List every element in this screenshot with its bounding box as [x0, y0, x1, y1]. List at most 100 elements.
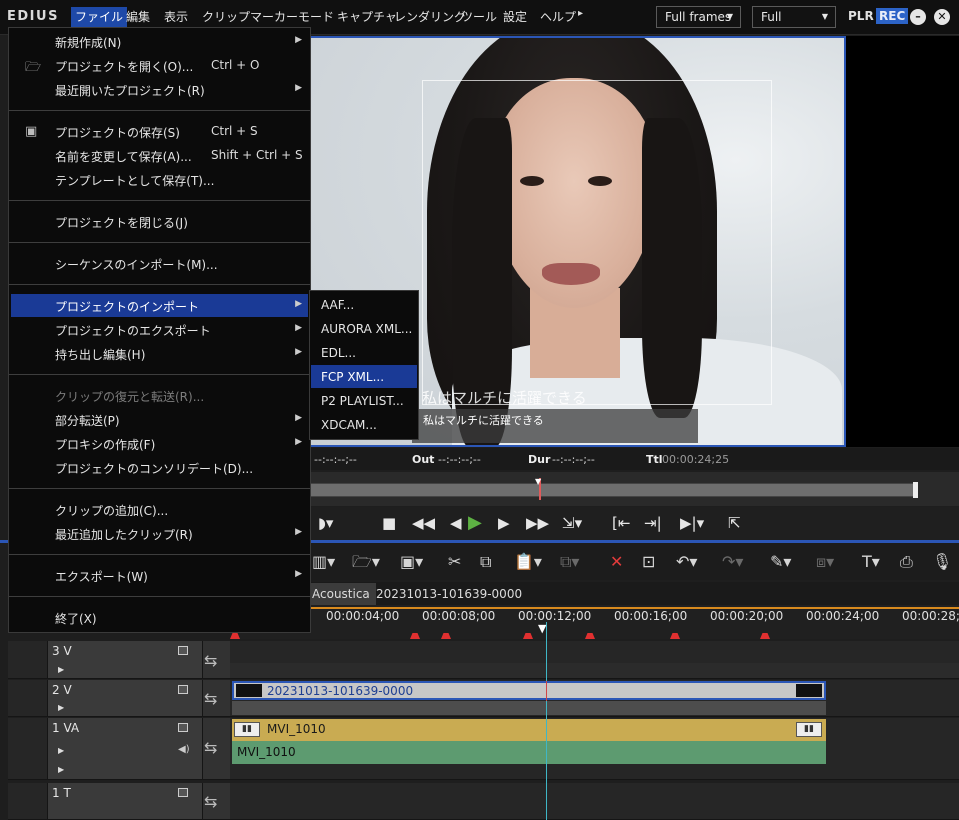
tab-sequence[interactable]: 20231013-101639-0000 — [370, 583, 528, 605]
sync-lock-icon[interactable]: ⇆ — [204, 792, 217, 811]
menu-item-save-as[interactable]: 名前を変更して保存(A)... Shift + Ctrl + S — [11, 144, 308, 167]
overwrite-icon[interactable]: ⇥| — [644, 513, 662, 533]
expand-icon[interactable]: ▶ — [58, 765, 64, 774]
submenu-item-p2-playlist[interactable]: P2 PLAYLIST... — [311, 389, 417, 412]
timeline-playhead[interactable] — [546, 622, 547, 820]
insert-icon[interactable]: [⇤ — [612, 513, 630, 533]
scrub-bar[interactable]: ▼ — [300, 472, 959, 506]
close-icon[interactable]: ✕ — [934, 9, 950, 25]
track-lane-3v[interactable] — [230, 641, 959, 679]
expand-icon[interactable]: ▶ — [58, 746, 64, 755]
expand-icon[interactable]: ▶ — [58, 703, 64, 712]
new-sequence-icon[interactable]: ▥▾ — [312, 552, 335, 572]
paste-attr-icon[interactable]: ⧉▾ — [560, 552, 579, 572]
track-header-2v[interactable]: 2 V ▶ ⇆ — [8, 680, 230, 717]
menu-item-export[interactable]: エクスポート(W) ▶ — [11, 564, 308, 587]
step-back-icon[interactable]: ◀ — [450, 513, 462, 533]
submenu-item-aurora-xml[interactable]: AURORA XML... — [311, 317, 417, 340]
sync-icon[interactable]: ⧈▾ — [816, 552, 834, 572]
scrub-track[interactable] — [310, 483, 918, 497]
clip-marker[interactable] — [670, 633, 680, 639]
menu-item-new[interactable]: 新規作成(N) ▶ — [11, 30, 308, 53]
menu-settings[interactable]: 設定 — [499, 7, 531, 27]
sync-lock-icon[interactable]: ⇆ — [204, 689, 217, 708]
redo-icon[interactable]: ↷▾ — [722, 552, 743, 572]
video-visible-icon[interactable] — [178, 788, 188, 797]
frames-dropdown[interactable]: Full frames ▼ — [656, 6, 741, 28]
menu-edit[interactable]: 編集 — [122, 7, 154, 27]
open-folder-icon[interactable]: 🗁▾ — [352, 552, 380, 572]
clip-marker[interactable] — [760, 633, 770, 639]
sync-lock-icon[interactable]: ⇆ — [204, 651, 217, 670]
clip-marker[interactable] — [441, 633, 451, 639]
marker-pen-icon[interactable]: ✎▾ — [770, 552, 791, 572]
menu-item-consolidate[interactable]: プロジェクトのコンソリデート(D)... — [11, 456, 308, 479]
submenu-item-xdcam[interactable]: XDCAM... — [311, 413, 417, 436]
menu-item-create-proxy[interactable]: プロキシの作成(F) ▶ — [11, 432, 308, 455]
delete-icon[interactable]: ✕ — [610, 552, 623, 572]
menu-mode[interactable]: モード — [294, 7, 338, 27]
menu-item-take-out-edit[interactable]: 持ち出し編集(H) ▶ — [11, 342, 308, 365]
speaker-icon[interactable]: ◀) — [178, 744, 190, 755]
loop-icon[interactable]: ⇲▾ — [562, 513, 582, 533]
plr-toggle[interactable]: PLR — [848, 9, 874, 23]
track-lane-1t[interactable] — [230, 783, 959, 820]
step-forward-icon[interactable]: ▶ — [498, 513, 510, 533]
track-header-1va[interactable]: 1 VA ▶ ▶ ◀) ⇆ — [8, 718, 230, 780]
track-header-3v[interactable]: 3 V ▶ ⇆ — [8, 641, 230, 679]
submenu-item-aaf[interactable]: AAF... — [311, 293, 417, 316]
clip-marker[interactable] — [230, 633, 240, 639]
video-visible-icon[interactable] — [178, 723, 188, 732]
export-frame-icon[interactable]: ▶|▾ — [680, 513, 704, 533]
expand-icon[interactable]: ▶ — [58, 665, 64, 674]
menu-item-import-project[interactable]: プロジェクトのインポート ▶ — [11, 294, 308, 317]
menu-file[interactable]: ファイル — [71, 7, 128, 27]
menu-item-recent-clips[interactable]: 最近追加したクリップ(R) ▶ — [11, 522, 308, 545]
quality-dropdown[interactable]: Full ▼ — [752, 6, 836, 28]
track-header-1t[interactable]: 1 T ⇆ — [8, 783, 230, 820]
menu-item-partial-transfer[interactable]: 部分転送(P) ▶ — [11, 408, 308, 431]
video-visible-icon[interactable] — [178, 646, 188, 655]
clip-1va-audio[interactable]: MVI_1010 — [232, 741, 826, 764]
fast-forward-icon[interactable]: ▶▶ — [526, 513, 549, 533]
minimize-icon[interactable]: – — [910, 9, 926, 25]
menu-item-recent-projects[interactable]: 最近開いたプロジェクト(R) ▶ — [11, 78, 308, 101]
microphone-icon[interactable]: 🎙 — [932, 552, 952, 572]
rec-toggle[interactable]: REC — [876, 8, 909, 24]
title-icon[interactable]: T▾ — [862, 552, 880, 572]
tab-acoustica[interactable]: Acoustica — [306, 583, 376, 605]
mark-out-icon[interactable]: ◗▾ — [318, 513, 333, 533]
menu-more-icon[interactable]: ▸ — [578, 8, 583, 19]
menu-item-open-project[interactable]: 🗁 プロジェクトを開く(O)... Ctrl + O — [11, 54, 308, 77]
ripple-delete-icon[interactable]: ⊡ — [642, 552, 655, 572]
paste-icon[interactable]: 📋▾ — [514, 552, 542, 572]
clip-marker[interactable] — [585, 633, 595, 639]
submenu-item-edl[interactable]: EDL... — [311, 341, 417, 364]
cut-icon[interactable]: ✂ — [448, 552, 461, 572]
timeline-ruler[interactable]: 00:00:04;00 00:00:08;00 00:00:12;00 00:0… — [230, 605, 959, 639]
copy-icon[interactable]: ⧉ — [480, 552, 491, 572]
undo-icon[interactable]: ↶▾ — [676, 552, 697, 572]
clip-marker[interactable] — [410, 633, 420, 639]
menu-item-save-project[interactable]: ▣ プロジェクトの保存(S) Ctrl + S — [11, 120, 308, 143]
menu-item-import-sequence[interactable]: シーケンスのインポート(M)... — [11, 252, 308, 275]
menu-item-save-template[interactable]: テンプレートとして保存(T)... — [11, 168, 308, 191]
export-icon[interactable]: ⇱ — [728, 513, 741, 533]
rewind-icon[interactable]: ◀◀ — [412, 513, 435, 533]
clip-2v[interactable]: 20231013-101639-0000 — [232, 681, 826, 700]
menu-help[interactable]: ヘルプ — [536, 7, 580, 27]
menu-view[interactable]: 表示 — [160, 7, 192, 27]
submenu-item-fcp-xml[interactable]: FCP XML... — [311, 365, 417, 388]
scrub-end-handle[interactable] — [913, 482, 918, 498]
sync-lock-icon[interactable]: ⇆ — [204, 738, 217, 757]
video-visible-icon[interactable] — [178, 685, 188, 694]
play-icon[interactable]: ▶ — [468, 513, 482, 533]
menu-item-add-clip[interactable]: クリップの追加(C)... — [11, 498, 308, 521]
menu-item-close-project[interactable]: プロジェクトを閉じる(J) — [11, 210, 308, 233]
clip-1va-video[interactable]: ▮▮ MVI_1010 ▮▮ — [232, 719, 826, 741]
menu-item-exit[interactable]: 終了(X) — [11, 606, 308, 629]
save-icon[interactable]: ▣▾ — [400, 552, 423, 572]
snapshot-icon[interactable]: ⎙ — [900, 552, 913, 572]
clip-marker[interactable] — [523, 633, 533, 639]
stop-icon[interactable]: ■ — [382, 513, 396, 533]
